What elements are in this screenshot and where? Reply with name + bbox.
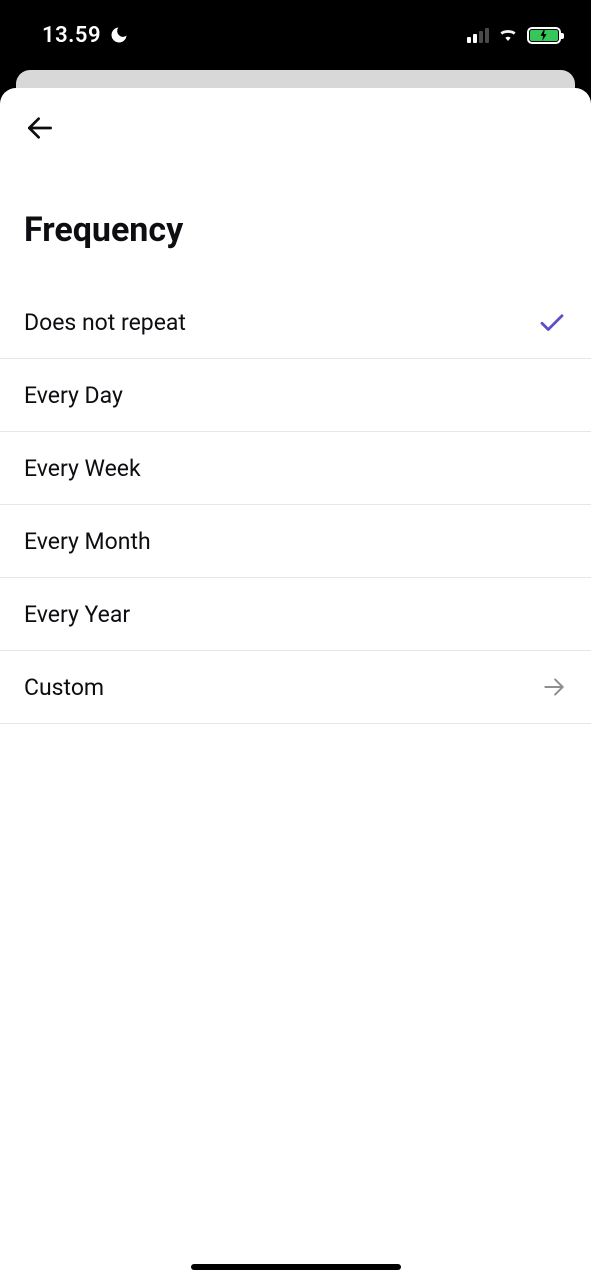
status-left: 13.59: [42, 23, 129, 48]
device-frame: 13.59: [0, 0, 591, 1280]
nav-bar: [0, 88, 591, 148]
do-not-disturb-icon: [109, 25, 129, 45]
option-label: Every Week: [24, 455, 141, 482]
frequency-option[interactable]: Every Day: [0, 359, 591, 432]
arrow-right-icon: [541, 674, 567, 700]
frequency-option[interactable]: Does not repeat: [0, 286, 591, 359]
option-label: Custom: [24, 674, 104, 701]
frequency-option[interactable]: Every Week: [0, 432, 591, 505]
battery-icon: [527, 27, 561, 44]
option-label: Every Year: [24, 601, 130, 628]
arrow-left-icon: [24, 112, 56, 144]
modal-sheet: Frequency Does not repeat Every Day Every …: [0, 88, 591, 1280]
status-right: [467, 25, 561, 45]
frequency-option[interactable]: Custom: [0, 651, 591, 724]
home-indicator: [191, 1264, 401, 1270]
frequency-option[interactable]: Every Year: [0, 578, 591, 651]
page-title: Frequency: [0, 148, 591, 286]
cellular-icon: [467, 27, 489, 43]
check-icon: [537, 307, 567, 337]
option-label: Every Day: [24, 382, 123, 409]
status-time: 13.59: [42, 23, 101, 48]
option-label: Does not repeat: [24, 309, 186, 336]
option-label: Every Month: [24, 528, 151, 555]
frequency-options-list: Does not repeat Every Day Every Week Every …: [0, 286, 591, 724]
frequency-option[interactable]: Every Month: [0, 505, 591, 578]
back-button[interactable]: [24, 108, 64, 148]
wifi-icon: [497, 25, 519, 45]
status-bar: 13.59: [0, 0, 591, 70]
